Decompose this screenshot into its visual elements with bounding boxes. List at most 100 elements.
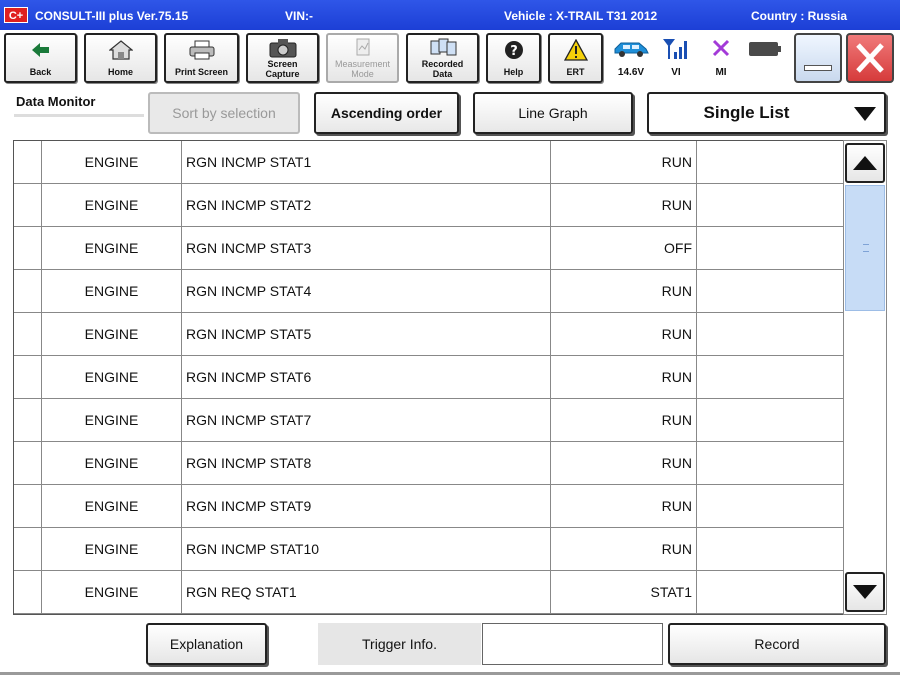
item-name-cell: RGN INCMP STAT1 <box>182 141 551 183</box>
table-row[interactable]: ENGINE RGN INCMP STAT4 RUN <box>14 270 843 313</box>
row-selector-cell <box>14 571 42 613</box>
unit-cell <box>697 442 843 484</box>
table-row[interactable]: ENGINE RGN INCMP STAT1 RUN <box>14 141 843 184</box>
back-arrow-icon <box>6 39 75 61</box>
system-cell: ENGINE <box>42 485 182 527</box>
back-label: Back <box>29 67 52 77</box>
item-name-cell: RGN INCMP STAT3 <box>182 227 551 269</box>
printer-icon <box>166 39 237 61</box>
table-row[interactable]: ENGINE RGN INCMP STAT5 RUN <box>14 313 843 356</box>
row-selector-cell <box>14 270 42 312</box>
value-cell: RUN <box>551 356 697 398</box>
data-monitor-table: ENGINE RGN INCMP STAT1 RUN ENGINE RGN INCMP … <box>13 140 843 615</box>
value-cell: RUN <box>551 270 697 312</box>
trigger-info-label: Trigger Info. <box>318 623 481 665</box>
value-cell: RUN <box>551 184 697 226</box>
table-row[interactable]: ENGINE RGN INCMP STAT10 RUN <box>14 528 843 571</box>
close-button[interactable] <box>846 33 894 83</box>
table-row[interactable]: ENGINE RGN REQ STAT1 STAT1 <box>14 571 843 614</box>
minimize-icon <box>804 65 832 71</box>
screen-capture-label: Screen Capture <box>265 59 300 79</box>
value-cell: OFF <box>551 227 697 269</box>
item-name-cell: RGN INCMP STAT7 <box>182 399 551 441</box>
value-cell: RUN <box>551 399 697 441</box>
app-name: CONSULT-III plus Ver.75.15 <box>35 9 189 23</box>
ert-label: ERT <box>566 67 585 77</box>
table-row[interactable]: ENGINE RGN INCMP STAT2 RUN <box>14 184 843 227</box>
item-name-cell: RGN INCMP STAT2 <box>182 184 551 226</box>
battery-icon <box>748 40 782 58</box>
system-cell: ENGINE <box>42 313 182 355</box>
print-screen-label: Print Screen <box>174 67 229 77</box>
unit-cell <box>697 356 843 398</box>
ascending-order-button[interactable]: Ascending order <box>314 92 459 134</box>
system-cell: ENGINE <box>42 442 182 484</box>
system-cell: ENGINE <box>42 184 182 226</box>
unit-cell <box>697 270 843 312</box>
unit-cell <box>697 399 843 441</box>
recorded-data-label: Recorded Data <box>421 59 464 79</box>
value-cell: RUN <box>551 141 697 183</box>
vi-indicator: VI <box>656 36 696 82</box>
measurement-mode-label: Measurement Mode <box>334 59 391 79</box>
minimize-button[interactable] <box>794 33 842 83</box>
item-name-cell: RGN INCMP STAT10 <box>182 528 551 570</box>
measurement-mode-button[interactable]: Measurement Mode <box>326 33 399 83</box>
line-graph-button[interactable]: Line Graph <box>473 92 633 134</box>
disconnected-x-icon <box>701 38 741 60</box>
table-row[interactable]: ENGINE RGN INCMP STAT6 RUN <box>14 356 843 399</box>
system-cell: ENGINE <box>42 227 182 269</box>
system-cell: ENGINE <box>42 571 182 613</box>
record-button[interactable]: Record <box>668 623 886 665</box>
print-screen-button[interactable]: Print Screen <box>164 33 239 83</box>
system-cell: ENGINE <box>42 270 182 312</box>
vin-label: VIN:- <box>285 9 313 23</box>
table-row[interactable]: ENGINE RGN INCMP STAT7 RUN <box>14 399 843 442</box>
system-cell: ENGINE <box>42 141 182 183</box>
close-icon <box>856 43 884 73</box>
table-scrollbar[interactable] <box>843 140 887 615</box>
home-icon <box>86 39 155 61</box>
system-cell: ENGINE <box>42 399 182 441</box>
list-mode-select[interactable]: Single List <box>647 92 886 134</box>
country-label: Country : Russia <box>751 9 848 23</box>
system-cell: ENGINE <box>42 356 182 398</box>
vehicle-label: Vehicle : X-TRAIL T31 2012 <box>504 9 658 23</box>
row-selector-cell <box>14 227 42 269</box>
scroll-up-button[interactable] <box>845 143 885 183</box>
value-cell: RUN <box>551 485 697 527</box>
title-underline <box>14 114 144 117</box>
list-mode-value: Single List <box>703 103 790 122</box>
unit-cell <box>697 571 843 613</box>
ert-button[interactable]: ERT <box>548 33 603 83</box>
voltage-label: 14.6V <box>617 67 645 78</box>
unit-cell <box>697 141 843 183</box>
item-name-cell: RGN INCMP STAT6 <box>182 356 551 398</box>
table-row[interactable]: ENGINE RGN INCMP STAT3 OFF <box>14 227 843 270</box>
unit-cell <box>697 184 843 226</box>
screen-capture-button[interactable]: Screen Capture <box>246 33 319 83</box>
page-title: Data Monitor <box>16 94 96 109</box>
unit-cell <box>697 227 843 269</box>
scroll-down-button[interactable] <box>845 572 885 612</box>
table-row[interactable]: ENGINE RGN INCMP STAT9 RUN <box>14 485 843 528</box>
recorded-data-button[interactable]: Recorded Data <box>406 33 479 83</box>
scroll-thumb[interactable] <box>845 185 885 311</box>
row-selector-cell <box>14 399 42 441</box>
item-name-cell: RGN INCMP STAT8 <box>182 442 551 484</box>
home-button[interactable]: Home <box>84 33 157 83</box>
recorded-data-icon <box>408 37 477 59</box>
table-row[interactable]: ENGINE RGN INCMP STAT8 RUN <box>14 442 843 485</box>
car-icon <box>611 40 651 60</box>
help-label: Help <box>503 67 524 77</box>
warning-icon <box>550 39 601 61</box>
value-cell: RUN <box>551 313 697 355</box>
row-selector-cell <box>14 356 42 398</box>
explanation-button[interactable]: Explanation <box>146 623 267 665</box>
app-logo: C+ <box>4 7 28 23</box>
back-button[interactable]: Back <box>4 33 77 83</box>
sort-by-selection-button[interactable]: Sort by selection <box>148 92 300 134</box>
item-name-cell: RGN INCMP STAT9 <box>182 485 551 527</box>
value-cell: RUN <box>551 528 697 570</box>
help-button[interactable]: ? Help <box>486 33 541 83</box>
